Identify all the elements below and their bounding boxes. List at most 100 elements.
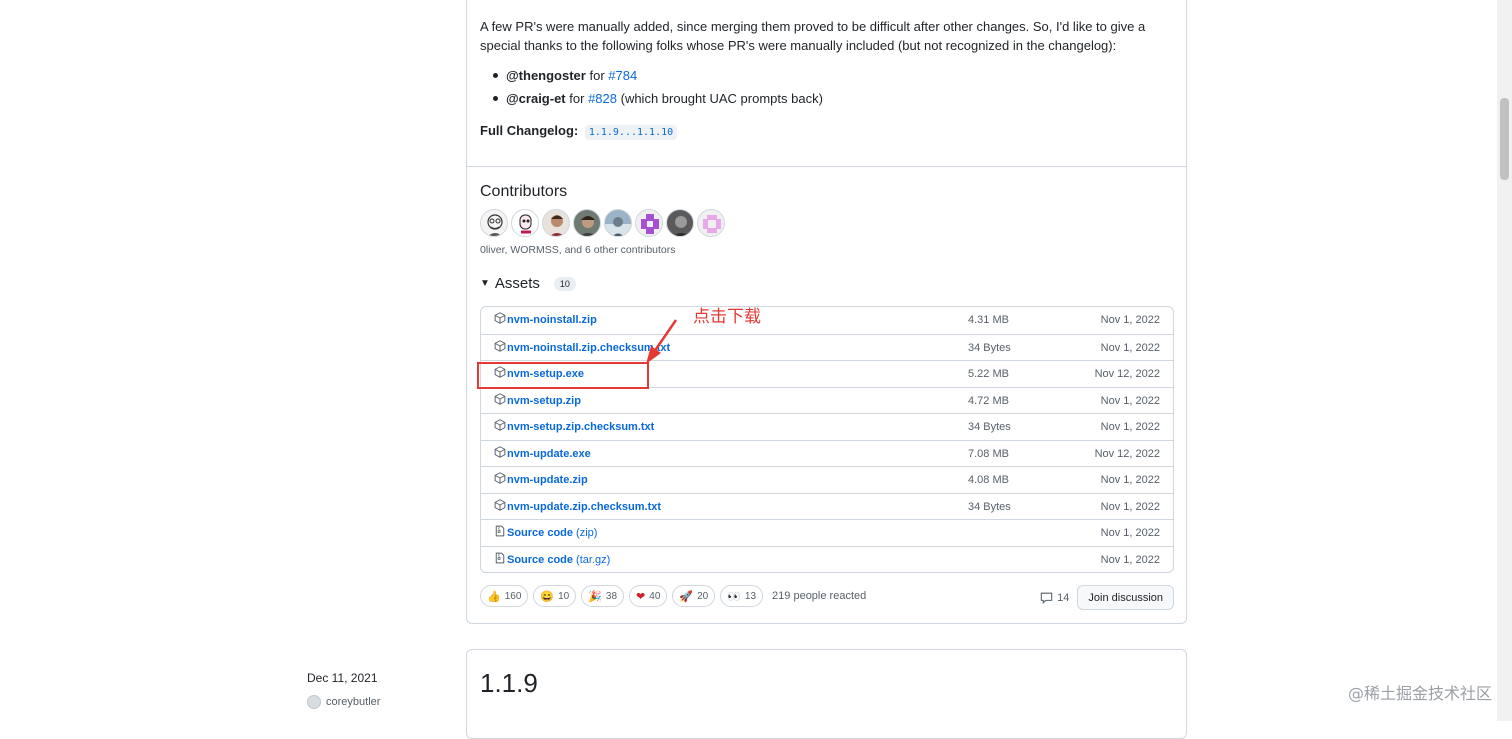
comment-icon: [1040, 592, 1053, 604]
asset-name: Source code: [507, 553, 574, 566]
asset-size: 34 Bytes: [968, 341, 1011, 354]
asset-size: 7.08 MB: [968, 447, 1009, 460]
pr-link[interactable]: #784: [608, 68, 637, 83]
rocket-icon: 🚀: [679, 590, 694, 603]
asset-link[interactable]: nvm-update.zip.checksum.txt: [507, 501, 661, 513]
asset-date: Nov 1, 2022: [1100, 474, 1160, 486]
avatar[interactable]: [697, 209, 725, 237]
package-icon: [494, 498, 506, 511]
annotation-label: 点击下载: [693, 307, 761, 327]
asset-row: nvm-update.exe 7.08 MB Nov 12, 2022: [481, 439, 1173, 467]
reaction-rocket[interactable]: 🚀 20: [672, 585, 716, 607]
asset-date: Nov 1, 2022: [1100, 394, 1160, 407]
asset-size: 34 Bytes: [968, 421, 1011, 433]
list-item: @thengoster for #784: [480, 67, 823, 90]
assets-list: nvm-noinstall.zip 4.31 MB Nov 1, 2022 nv…: [480, 306, 1174, 573]
asset-date: Nov 1, 2022: [1100, 421, 1160, 433]
join-discussion-button[interactable]: Join discussion: [1077, 585, 1174, 610]
asset-date: Nov 1, 2022: [1100, 527, 1160, 539]
asset-size: 5.22 MB: [968, 368, 1009, 380]
asset-size: 4.72 MB: [968, 394, 1009, 407]
changelog-label: Full Changelog:: [480, 123, 579, 138]
list-item: @craig-et for #828 (which brought UAC pr…: [480, 90, 823, 113]
asset-row: nvm-noinstall.zip.checksum.txt 34 Bytes …: [481, 333, 1173, 361]
reactions-summary: 219 people reacted: [772, 590, 867, 602]
smile-icon: 😄: [540, 590, 555, 603]
avatar[interactable]: [573, 209, 601, 237]
pr-link[interactable]: #828: [588, 91, 617, 106]
avatar[interactable]: [542, 209, 570, 237]
avatar: [307, 695, 321, 709]
assets-count-badge: 10: [553, 276, 576, 291]
asset-row: Source code (zip) Nov 1, 2022: [481, 519, 1173, 546]
file-zip-icon: [495, 552, 505, 563]
asset-row: nvm-setup.zip.checksum.txt 34 Bytes Nov …: [481, 413, 1173, 440]
reaction-count: 20: [697, 590, 709, 602]
release-author[interactable]: coreybutler: [307, 695, 380, 709]
asset-link[interactable]: nvm-setup.zip.checksum.txt: [507, 421, 654, 433]
pr-note: (which brought UAC prompts back): [620, 91, 823, 106]
reaction-tada[interactable]: 🎉 38: [581, 585, 625, 607]
package-icon: [494, 445, 506, 458]
reaction-count: 160: [504, 590, 522, 602]
reaction-count: 10: [558, 590, 570, 602]
package-icon: [494, 472, 506, 484]
package-icon: [494, 312, 506, 324]
annotation-arrow-icon: [646, 319, 678, 364]
release-card: 1.1.9: [466, 649, 1187, 739]
changelog-compare-link[interactable]: 1.1.9...1.1.10: [584, 125, 678, 140]
avatar[interactable]: [511, 209, 539, 237]
asset-link[interactable]: nvm-update.zip: [507, 474, 588, 486]
asset-row: Source code (tar.gz) Nov 1, 2022: [481, 545, 1173, 573]
asset-link[interactable]: nvm-noinstall.zip: [507, 314, 597, 326]
package-icon: [494, 392, 506, 405]
source-code-zip-link[interactable]: Source code (zip): [507, 527, 597, 539]
reaction-count: 13: [744, 590, 757, 602]
avatar[interactable]: [604, 209, 632, 237]
annotation-highlight-box: [477, 362, 649, 389]
asset-size: 4.31 MB: [968, 314, 1009, 326]
reaction-heart[interactable]: ❤ 40: [629, 585, 668, 607]
avatar[interactable]: [480, 209, 508, 237]
asset-link[interactable]: nvm-update.exe: [507, 448, 591, 460]
asset-date: Nov 1, 2022: [1100, 553, 1160, 566]
contributors-summary: 0liver, WORMSS, and 6 other contributors: [480, 244, 676, 256]
scrollbar-thumb[interactable]: [1500, 98, 1509, 180]
scrollbar[interactable]: [1497, 0, 1512, 721]
avatar[interactable]: [666, 209, 694, 237]
author-name: coreybutler: [326, 696, 381, 708]
reactions-bar: 👍 160 😄 10 🎉 38 ❤ 40 🚀 20 👀 13 219 people reac…: [480, 585, 866, 607]
asset-suffix: (tar.gz): [576, 553, 611, 566]
discussion-area: 14 Join discussion: [1040, 585, 1174, 610]
asset-link[interactable]: nvm-setup.zip: [507, 395, 581, 407]
avatar[interactable]: [635, 209, 663, 237]
asset-row: nvm-noinstall.zip 4.31 MB Nov 1, 2022: [481, 307, 1173, 334]
asset-row: nvm-update.zip.checksum.txt 34 Bytes Nov…: [481, 492, 1173, 520]
reaction-count: 40: [649, 590, 661, 602]
asset-suffix: (zip): [576, 527, 598, 539]
file-zip-icon: [495, 525, 505, 537]
contributor-avatars: [480, 209, 725, 237]
reaction-count: 38: [605, 590, 618, 602]
asset-date: Nov 1, 2022: [1100, 314, 1160, 326]
comment-count[interactable]: 14: [1040, 592, 1069, 604]
assets-toggle[interactable]: ▼ Assets 10: [480, 275, 576, 292]
thumbs-up-icon: 👍: [487, 590, 501, 603]
reaction-thumbs-up[interactable]: 👍 160: [480, 585, 529, 607]
thanks-user-link[interactable]: @thengoster: [506, 68, 586, 83]
package-icon: [494, 339, 506, 352]
divider: [467, 166, 1186, 167]
thanks-list: @thengoster for #784 @craig-et for #828 …: [480, 67, 823, 113]
reaction-smile[interactable]: 😄 10: [533, 585, 577, 607]
reaction-eyes[interactable]: 👀 13: [720, 585, 764, 607]
release-title[interactable]: 1.1.9: [480, 668, 538, 699]
thanks-user-link[interactable]: @craig-et: [506, 91, 566, 106]
package-icon: [494, 419, 506, 431]
full-changelog: Full Changelog: 1.1.9...1.1.10: [480, 123, 678, 140]
watermark: @稀土掘金技术社区: [1347, 684, 1492, 703]
release-card: A few PR's were manually added, since me…: [466, 0, 1187, 624]
tada-icon: 🎉: [588, 590, 602, 603]
source-code-targz-link[interactable]: Source code (tar.gz): [507, 554, 610, 566]
asset-size: 4.08 MB: [968, 474, 1009, 486]
caret-down-icon: ▼: [480, 278, 490, 289]
